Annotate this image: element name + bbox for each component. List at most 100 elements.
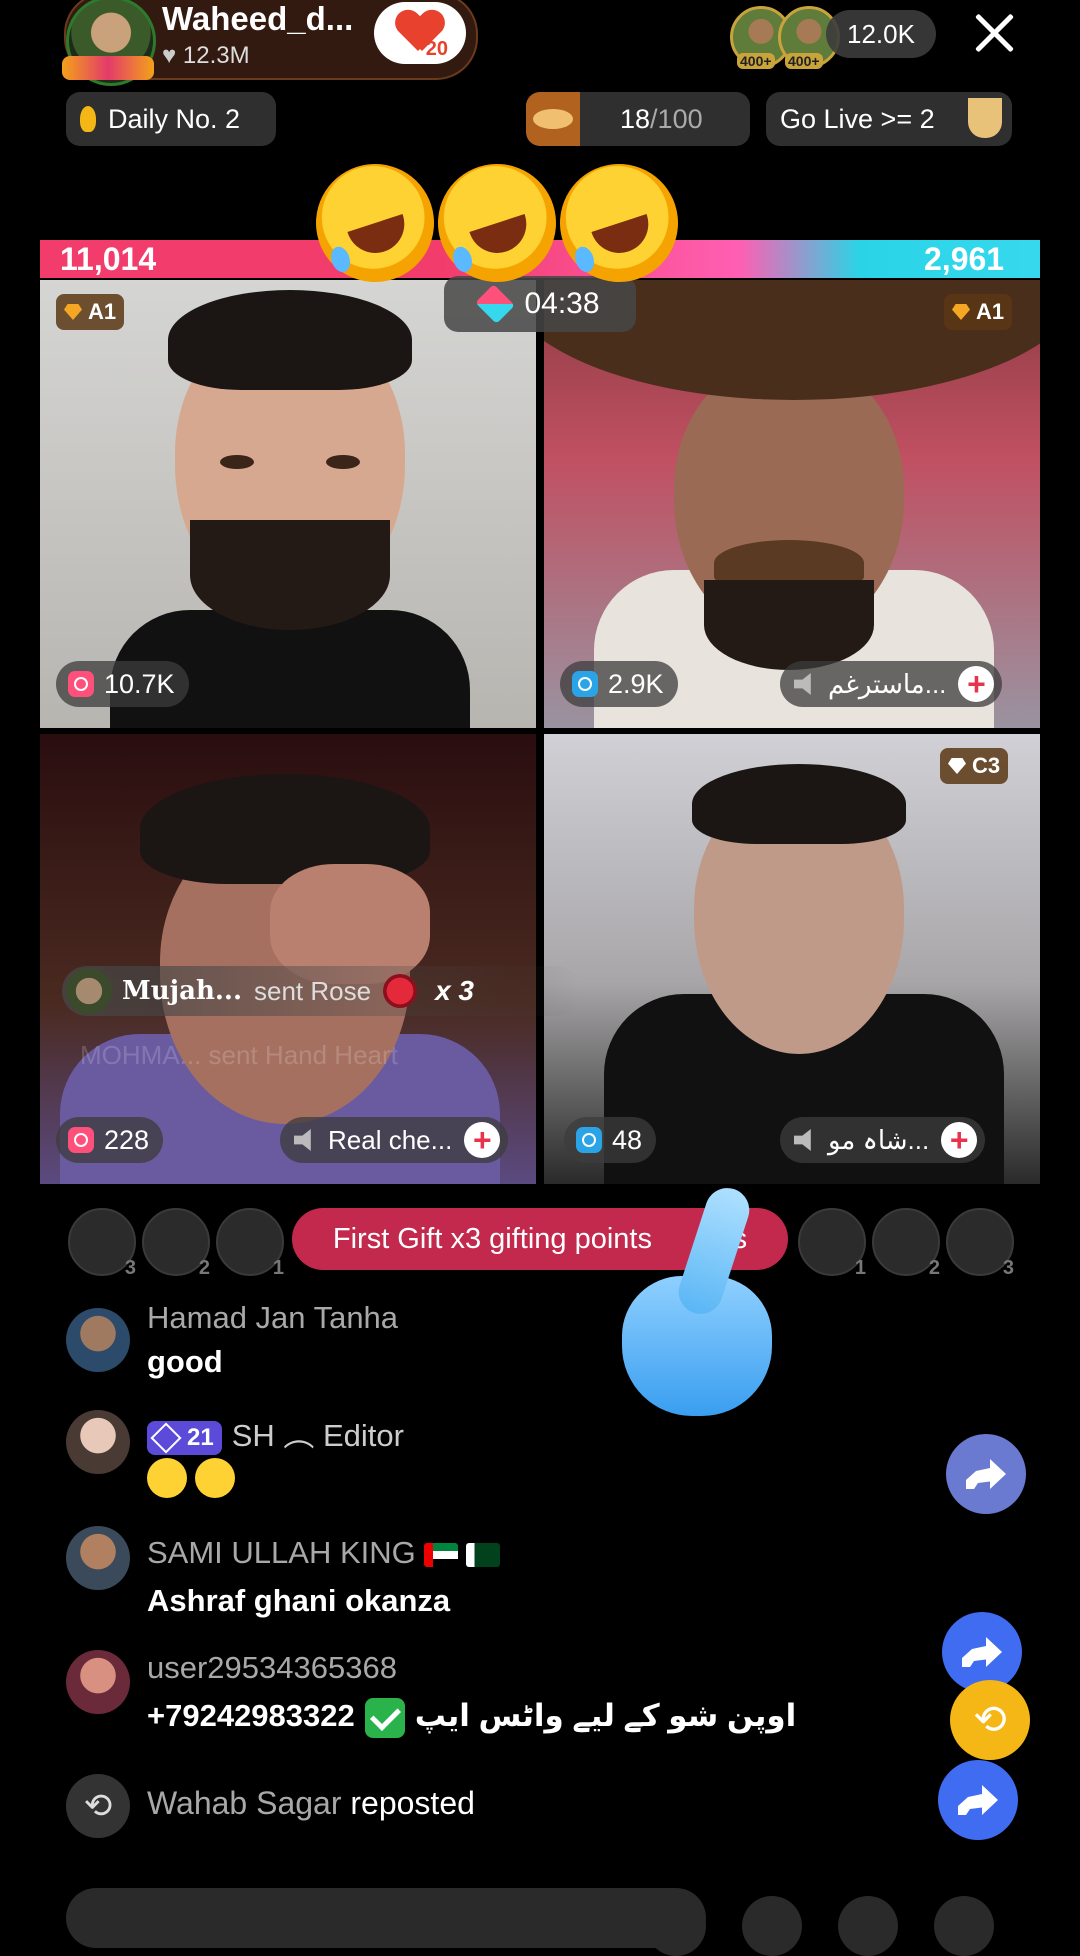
follow-heart-count: 20 (425, 38, 448, 60)
viewer-count[interactable]: 12.0K (826, 10, 936, 58)
fading-gift-notification: MOHMA... sent Hand Heart (80, 1040, 398, 1070)
follow-plus-button[interactable]: + (941, 1122, 978, 1158)
share-button[interactable] (946, 1434, 1026, 1514)
gifter-rank-number: 1 (272, 1257, 284, 1279)
comment-username[interactable]: SAMI ULLAH KING (147, 1535, 416, 1570)
guest-tile-3[interactable]: 228 Real che... + (40, 734, 536, 1184)
commenter-avatar[interactable] (66, 1410, 130, 1474)
repost-arrows-icon: ⟲ (973, 1698, 1007, 1742)
guest-name-pill[interactable]: ماسترغم... + (780, 661, 1003, 707)
ranked-gifter-avatar[interactable]: 1 (216, 1208, 284, 1279)
host-likes-value: 12.3M (182, 42, 250, 69)
comment-header: SAMI ULLAH KING (147, 1535, 500, 1571)
follow-button[interactable]: 20 (374, 2, 466, 64)
goal-progress-chip[interactable]: 18/100 (526, 92, 750, 146)
user-level: 21 (187, 1423, 214, 1451)
guest-name-pill[interactable]: Real che... + (280, 1117, 509, 1163)
daily-rank-label: Daily No. 2 (108, 103, 241, 134)
commenter-avatar[interactable] (66, 1526, 130, 1590)
tile-likes[interactable]: 48 (564, 1117, 657, 1163)
gifter-rank-number: 2 (198, 1257, 210, 1279)
repost-icon: ⟲ (66, 1774, 130, 1838)
comment-text: Ashraf ghani okanza (147, 1583, 451, 1618)
gift-notification: Mujah... sent Rose x 3 (62, 966, 582, 1016)
comment-input[interactable] (66, 1888, 706, 1948)
thumb-icon (80, 106, 96, 132)
guest-name-pill[interactable]: شاہ مو... + (780, 1117, 986, 1163)
ranked-gifter-avatar[interactable]: 3 (68, 1208, 136, 1279)
tile-likes-value: 10.7K (104, 668, 175, 699)
check-mark-icon (364, 1698, 405, 1738)
guest-tile-2[interactable]: A1 2.9K ماسترغم... + (544, 280, 1040, 728)
tile-likes-value: 228 (104, 1124, 150, 1155)
rank-text: A1 (88, 299, 117, 324)
ranked-gifter-avatar[interactable]: 1 (798, 1208, 866, 1279)
battle-left-score: 11,014 (60, 241, 157, 277)
gift-action: sent Rose (254, 975, 372, 1006)
pointing-hand-icon (612, 1182, 782, 1418)
host-name: Waheed_d... (162, 0, 354, 37)
comment-text: good (147, 1344, 223, 1379)
heart-icon: 20 (396, 11, 448, 60)
follow-plus-button[interactable]: + (464, 1122, 501, 1158)
ranked-gifter-avatar[interactable]: 3 (946, 1208, 1014, 1279)
timer-badge-icon (68, 671, 94, 697)
viewer-badge: 400+ (737, 53, 775, 69)
repost-username[interactable]: Wahab Sagar (147, 1785, 341, 1821)
viewer-badge: 400+ (785, 53, 823, 69)
ranked-gifter-avatar[interactable]: 2 (872, 1208, 940, 1279)
gifter-rank-number: 2 (928, 1257, 940, 1279)
comment-username[interactable]: user29534365368 (147, 1650, 397, 1686)
guest-tile-1[interactable]: A1 10.7K (40, 280, 536, 728)
share-arrow-icon (966, 1459, 1006, 1489)
muted-icon (794, 673, 811, 695)
daily-rank-chip[interactable]: Daily No. 2 (66, 92, 276, 146)
repost-button[interactable]: ⟲ (950, 1680, 1030, 1760)
host-frame-decoration (62, 56, 154, 80)
video-eye (326, 455, 360, 469)
rank-badge: A1 (944, 294, 1013, 330)
rank-text: A1 (976, 299, 1005, 324)
comment-phone: +79242983322 (147, 1698, 355, 1734)
comment-username[interactable]: Hamad Jan Tanha (147, 1300, 398, 1336)
commenter-avatar[interactable] (66, 1650, 130, 1714)
planet-icon (526, 92, 580, 146)
gifter-avatar (66, 968, 112, 1014)
tile-likes-value: 48 (612, 1124, 643, 1155)
diamond-icon (952, 304, 970, 320)
follow-plus-button[interactable]: + (958, 666, 995, 702)
goal-progress-total: /100 (650, 103, 703, 134)
laughing-emoji-icon (147, 1458, 187, 1498)
comment-text (147, 1458, 243, 1498)
comment-header: 21 SH ︵ Editor (147, 1410, 404, 1455)
rose-gift-button[interactable] (742, 1896, 802, 1956)
share-bottom-button[interactable] (934, 1896, 994, 1956)
emoji-button[interactable] (646, 1896, 706, 1956)
ranked-gifter-avatar[interactable]: 2 (142, 1208, 210, 1279)
gift-button[interactable] (838, 1896, 898, 1956)
commenter-avatar[interactable] (66, 1308, 130, 1372)
guest-name: ماسترغم... (828, 668, 947, 699)
guest-tile-4[interactable]: C3 48 شاہ مو... + (544, 734, 1040, 1184)
user-level-badge: 21 (147, 1420, 222, 1455)
tile-likes[interactable]: 10.7K (56, 661, 189, 707)
pakistan-flag-icon (465, 1542, 500, 1567)
tile-likes[interactable]: 228 (56, 1117, 164, 1163)
gifter-name: Mujah... (122, 976, 242, 1006)
comment-urdu: اوپن شو کے لیے واٹس ایپ (414, 1698, 797, 1734)
video-beard (704, 580, 874, 670)
video-beard (190, 520, 390, 630)
tile-likes[interactable]: 2.9K (560, 661, 678, 707)
rank-text: C3 (972, 753, 1001, 778)
go-live-chip[interactable]: Go Live >= 2 (766, 92, 1012, 146)
gift-count: x 3 (435, 975, 475, 1006)
diamond-icon (948, 758, 966, 774)
share-arrow-icon (958, 1785, 998, 1815)
host-likes: ♥ 12.3M (162, 42, 250, 70)
goal-progress-current: 18 (620, 103, 651, 134)
share-button[interactable] (938, 1760, 1018, 1840)
comment-username[interactable]: SH ︵ Editor (232, 1418, 404, 1453)
rank-badge: A1 (56, 294, 125, 330)
repost-action: reposted (350, 1785, 475, 1821)
close-icon[interactable] (970, 8, 1020, 58)
